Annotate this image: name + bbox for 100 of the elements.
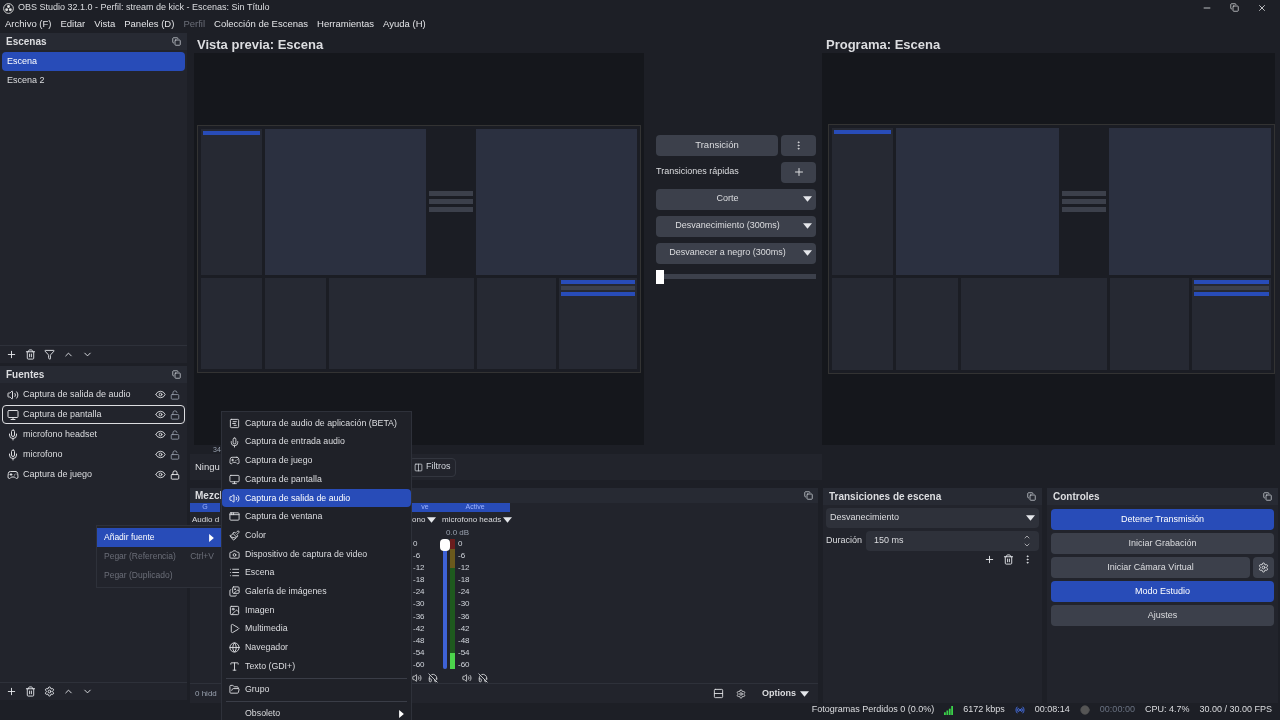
scene-item[interactable]: Escena [2, 52, 185, 71]
menu-item[interactable]: Ayuda (H) [383, 17, 426, 32]
control-button[interactable]: Iniciar Grabación [1051, 533, 1274, 554]
control-button[interactable]: Ajustes [1051, 605, 1274, 626]
unlock-icon[interactable] [170, 389, 180, 400]
add-source-item[interactable]: Captura de audio de aplicación (BETA) [222, 414, 411, 433]
meter-tick-label: -60 [413, 659, 425, 669]
add-icon[interactable] [6, 686, 17, 697]
eye-icon[interactable] [155, 469, 166, 480]
window-title: OBS Studio 32.1.0 - Perfil: stream de kick - Escenas: Sin Título [18, 1, 270, 15]
meter-tick-label: -30 [458, 599, 470, 609]
globe-icon [229, 642, 240, 654]
transition-select[interactable]: Desvanecimiento [826, 508, 1039, 528]
add-button[interactable] [781, 161, 816, 183]
undock-icon[interactable] [1027, 492, 1036, 501]
close-icon[interactable] [1257, 3, 1267, 13]
add-source-item[interactable]: Texto (GDI+) [222, 656, 411, 676]
menu-item[interactable]: Vista [94, 17, 116, 32]
add-source-item[interactable]: Imagen [222, 600, 411, 620]
scene-item[interactable]: Escena 2 [2, 71, 185, 90]
control-button[interactable]: Iniciar Cámara Virtual [1051, 557, 1250, 578]
add-source-item[interactable]: Escena [222, 563, 411, 583]
trash-icon[interactable] [25, 349, 36, 360]
add-source-item[interactable]: Captura de juego [222, 451, 411, 471]
microphone-icon [7, 448, 19, 461]
source-item[interactable]: microfono headset [2, 425, 185, 444]
trash-icon[interactable] [25, 686, 36, 697]
channel-name[interactable]: Audio d [190, 513, 220, 527]
source-item[interactable]: Captura de pantalla [2, 405, 185, 424]
menu-item[interactable]: Herramientas [317, 17, 375, 32]
unlock-icon[interactable] [170, 449, 180, 460]
restore-icon[interactable] [1230, 3, 1239, 12]
eye-icon[interactable] [155, 449, 166, 460]
quick-transition-button[interactable]: Desvanecimiento (300ms) [656, 215, 816, 237]
menu-item[interactable]: Archivo (F) [5, 17, 52, 32]
layout-icon[interactable] [713, 688, 724, 699]
caret-icon [1026, 515, 1035, 521]
control-button[interactable]: Detener Transmisión [1051, 509, 1274, 530]
headphones-icon[interactable] [478, 673, 488, 683]
microphone-icon [7, 428, 19, 441]
gear-icon[interactable] [44, 686, 55, 697]
add-source-item[interactable]: Grupo [222, 680, 411, 700]
chevron-down-icon[interactable] [1023, 541, 1031, 549]
speaker-icon[interactable] [412, 673, 422, 683]
list-icon [229, 567, 240, 579]
transition-slider[interactable] [656, 269, 816, 284]
speaker-icon [229, 492, 240, 504]
settings-button[interactable] [1253, 557, 1274, 578]
add-icon[interactable] [984, 554, 995, 565]
menu-item[interactable]: Colección de Escenas [214, 17, 309, 32]
add-source-item[interactable]: Galería de imágenes [222, 582, 411, 601]
unlock-icon[interactable] [170, 429, 180, 440]
caret-icon [803, 223, 812, 229]
context-menu-item[interactable]: Añadir fuente [97, 528, 221, 547]
add-source-item[interactable]: Multimedia [222, 619, 411, 639]
source-item[interactable]: Captura de juego [2, 465, 185, 484]
undock-icon[interactable] [172, 37, 181, 46]
add-source-item[interactable]: Dispositivo de captura de video [222, 544, 411, 564]
volume-slider-thumb[interactable] [440, 539, 450, 551]
source-item[interactable]: Captura de salida de audio [2, 385, 185, 404]
channel-name[interactable]: ono [410, 513, 440, 527]
meter-tick-label: -54 [413, 647, 425, 657]
source-item[interactable]: microfono [2, 445, 185, 464]
channel-name[interactable]: microfono heads [440, 513, 510, 527]
gamepad-icon [7, 468, 19, 481]
unlock-icon[interactable] [170, 409, 180, 420]
menu-item[interactable]: Paneles (D) [124, 17, 175, 32]
speaker-icon[interactable] [462, 673, 472, 683]
undock-icon[interactable] [804, 491, 813, 500]
transition-button[interactable]: Transición [656, 134, 778, 156]
add-source-item[interactable]: Color [222, 526, 411, 545]
duration-field[interactable]: 150 ms [866, 531, 1039, 551]
undock-icon[interactable] [172, 370, 181, 379]
menu-item[interactable]: Editar [60, 17, 86, 32]
trash-icon[interactable] [1003, 554, 1014, 565]
eye-icon[interactable] [155, 409, 166, 420]
control-button[interactable]: Modo Estudio [1051, 581, 1274, 602]
volume-slider-track[interactable] [443, 539, 447, 669]
options-button[interactable]: Options [758, 686, 813, 701]
eye-icon[interactable] [155, 429, 166, 440]
quick-transition-button[interactable]: Desvanecer a negro (300ms) [656, 242, 816, 264]
gear-icon[interactable] [736, 688, 746, 699]
meter-tick-label: -30 [413, 599, 425, 609]
eye-icon[interactable] [155, 389, 166, 400]
add-source-item[interactable]: Obsoleto [222, 704, 411, 720]
slideshow-icon [229, 586, 240, 598]
add-source-item[interactable]: Navegador [222, 638, 411, 657]
lock-icon[interactable] [170, 469, 180, 480]
headphones-icon[interactable] [428, 673, 438, 683]
add-source-item[interactable]: Captura de ventana [222, 507, 411, 527]
add-source-item[interactable]: Captura de salida de audio [222, 488, 411, 508]
image-icon [229, 604, 240, 616]
undock-icon[interactable] [1263, 492, 1272, 501]
meter-tick-label: -36 [413, 611, 425, 621]
chevron-up-icon[interactable] [1023, 533, 1031, 541]
meter-tick-label: -42 [458, 623, 470, 633]
quick-transition-button[interactable]: Corte [656, 188, 816, 210]
add-icon[interactable] [6, 349, 17, 360]
add-source-item[interactable]: Captura de pantalla [222, 470, 411, 489]
add-source-item[interactable]: Captura de entrada audio [222, 432, 411, 452]
